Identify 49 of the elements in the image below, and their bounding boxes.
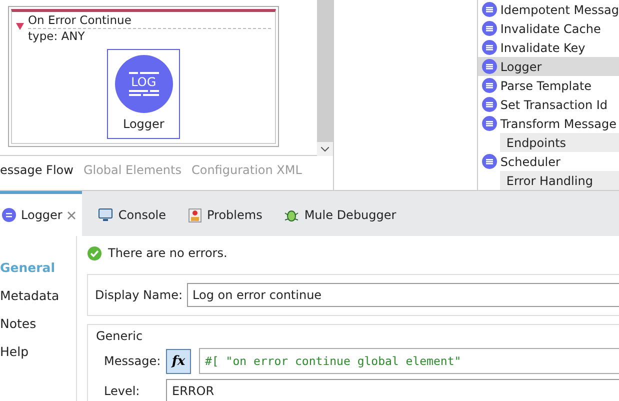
palette-item[interactable]: Invalidate Cache [478, 19, 619, 38]
collapse-triangle-icon[interactable] [16, 23, 24, 30]
field-label: Display Name: [95, 288, 182, 302]
level-field[interactable]: ERROR [166, 379, 619, 401]
palette-item-icon [482, 116, 498, 131]
palette-item-icon [482, 154, 498, 169]
scope-type: type: ANY [28, 29, 86, 43]
field-label: Level: [104, 384, 141, 398]
panel-tab[interactable]: Logger [0, 191, 82, 236]
nav-item[interactable]: Help [0, 344, 28, 362]
palette-category: Error Handling [500, 171, 619, 190]
panel-tab[interactable]: Console [96, 191, 172, 236]
palette-item-icon [482, 97, 498, 112]
palette-item[interactable]: Logger [478, 57, 619, 76]
status-message: There are no errors. [108, 246, 228, 260]
palette-item-icon [482, 40, 498, 55]
field-label: Message: [104, 354, 158, 368]
success-icon [87, 246, 102, 260]
display-name-field[interactable]: Log on error continue [186, 283, 619, 307]
palette-item[interactable]: Set Transaction Id [478, 95, 619, 114]
problems-icon [188, 208, 202, 222]
close-icon[interactable] [67, 210, 76, 220]
palette-item[interactable]: Idempotent Messag [478, 0, 619, 19]
view-tab[interactable]: essage Flow [0, 163, 74, 177]
component-label: Logger [122, 117, 164, 131]
logger-component[interactable]: LOG Logger [107, 49, 180, 139]
logger-icon [2, 208, 16, 222]
nav-item[interactable]: Notes [0, 316, 36, 334]
palette-category: Endpoints [500, 133, 619, 152]
fx-button[interactable]: fx [166, 348, 191, 374]
panel-tab[interactable]: Problems [186, 191, 268, 236]
log-text: LOG [131, 76, 156, 88]
palette-item[interactable]: Invalidate Key [478, 38, 619, 57]
bug-icon [284, 208, 300, 222]
monitor-icon [98, 208, 114, 222]
palette-item[interactable]: Transform Message [478, 114, 619, 133]
message-field[interactable]: #[ "on error continue global element" [199, 348, 619, 374]
palette-item-icon [482, 59, 498, 74]
palette-item-icon [482, 78, 498, 93]
dash-lines-icon [128, 72, 159, 74]
palette-item[interactable]: Scheduler [478, 152, 619, 171]
palette-item-icon [482, 21, 498, 36]
nav-item[interactable]: Metadata [0, 288, 60, 306]
group-title: Generic [96, 329, 143, 343]
scroll-down-icon[interactable] [317, 142, 334, 156]
panel-tab[interactable]: Mule Debugger [282, 191, 402, 236]
dash-lines-icon [128, 90, 159, 96]
scope-title: On Error Continue [28, 13, 272, 29]
palette-item[interactable]: Parse Template [478, 76, 619, 95]
